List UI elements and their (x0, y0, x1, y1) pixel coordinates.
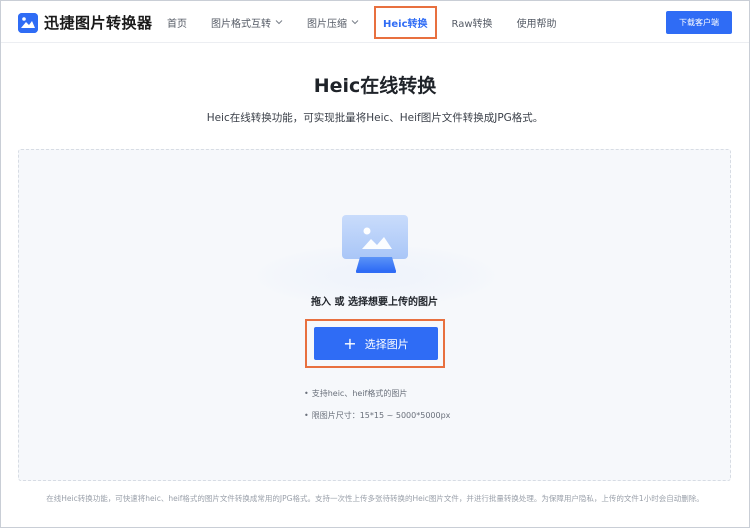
note-item: 支持heic、heif格式的图片 (304, 388, 450, 399)
select-image-label: 选择图片 (364, 337, 409, 351)
chevron-down-icon (275, 20, 283, 25)
nav-label: Heic转换 (383, 18, 428, 30)
chevron-down-icon (351, 20, 359, 25)
upload-image-icon (342, 215, 408, 273)
nav-item-raw[interactable]: Raw转换 (452, 15, 493, 30)
nav-label: 图片格式互转 (211, 18, 271, 30)
nav-item-home[interactable]: 首页 (167, 15, 187, 30)
drop-hint: 拖入 或 选择想要上传的图片 (311, 297, 438, 308)
nav-label: 首页 (167, 18, 187, 30)
download-client-button[interactable]: 下载客户端 (666, 11, 732, 34)
nav-label: 使用帮助 (516, 18, 557, 30)
nav-label: Raw转换 (451, 18, 493, 30)
top-header: 迅捷图片转换器 首页 图片格式互转 图片压缩 Heic转换 Raw转换 使用帮助… (1, 1, 749, 43)
image-logo-icon (18, 12, 38, 33)
select-image-button[interactable]: + 选择图片 (314, 327, 438, 360)
upload-drop-zone[interactable]: 拖入 或 选择想要上传的图片 + 选择图片 支持heic、heif格式的图片 限… (18, 149, 731, 481)
logo[interactable]: 迅捷图片转换器 (18, 12, 153, 33)
main-nav: 首页 图片格式互转 图片压缩 Heic转换 Raw转换 使用帮助 (167, 1, 581, 43)
page-title: Heic在线转换 (313, 75, 437, 97)
select-button-highlight: + 选择图片 (305, 319, 445, 368)
nav-label: 图片压缩 (307, 18, 347, 30)
nav-item-compress[interactable]: 图片压缩 (307, 15, 359, 30)
page-subtitle: Heic在线转换功能，可实现批量将Heic、Heif图片文件转换成JPG格式。 (206, 112, 544, 124)
nav-item-format-convert[interactable]: 图片格式互转 (211, 15, 283, 30)
nav-item-help[interactable]: 使用帮助 (517, 15, 557, 30)
upload-notes: 支持heic、heif格式的图片 限图片尺寸：15*15 ~ 5000*5000… (304, 388, 451, 432)
footer-description: 在线Heic转换功能，可快速将heic、heif格式的图片文件转换成常用的JPG… (46, 494, 704, 503)
nav-item-heic[interactable]: Heic转换 (374, 5, 437, 39)
note-item: 限图片尺寸：15*15 ~ 5000*5000px (304, 410, 451, 421)
logo-text: 迅捷图片转换器 (44, 14, 153, 32)
plus-icon: + (343, 333, 357, 353)
